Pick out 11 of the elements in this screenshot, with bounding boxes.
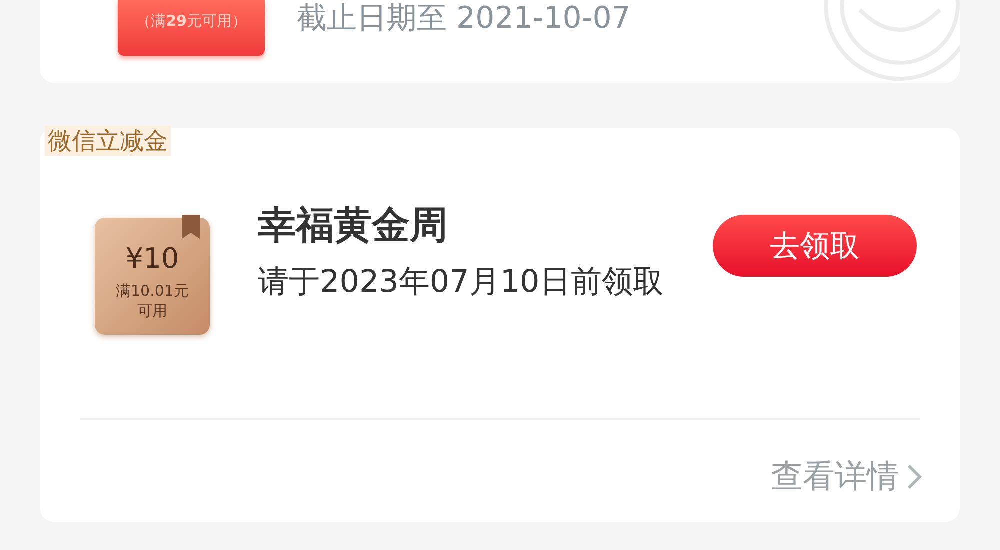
coupon-condition: （满29元可用） (136, 12, 247, 31)
claim-button[interactable]: 去领取 (713, 215, 917, 277)
coupon-condition: 满10.01元可用 (115, 281, 190, 321)
coupon-amount: ¥10 (126, 242, 180, 275)
chevron-icon (905, 462, 925, 492)
coupon-title: 幸福黄金周 (258, 202, 449, 249)
deadline-text: 请于2023年07月10日前领取 (258, 265, 665, 299)
section-label: 微信立减金 (45, 126, 171, 156)
details-link[interactable]: 查看详情 (771, 455, 925, 499)
deadline-text: 截止日期至 2021-10-07 (297, 0, 631, 38)
bookmark-icon (182, 215, 200, 239)
